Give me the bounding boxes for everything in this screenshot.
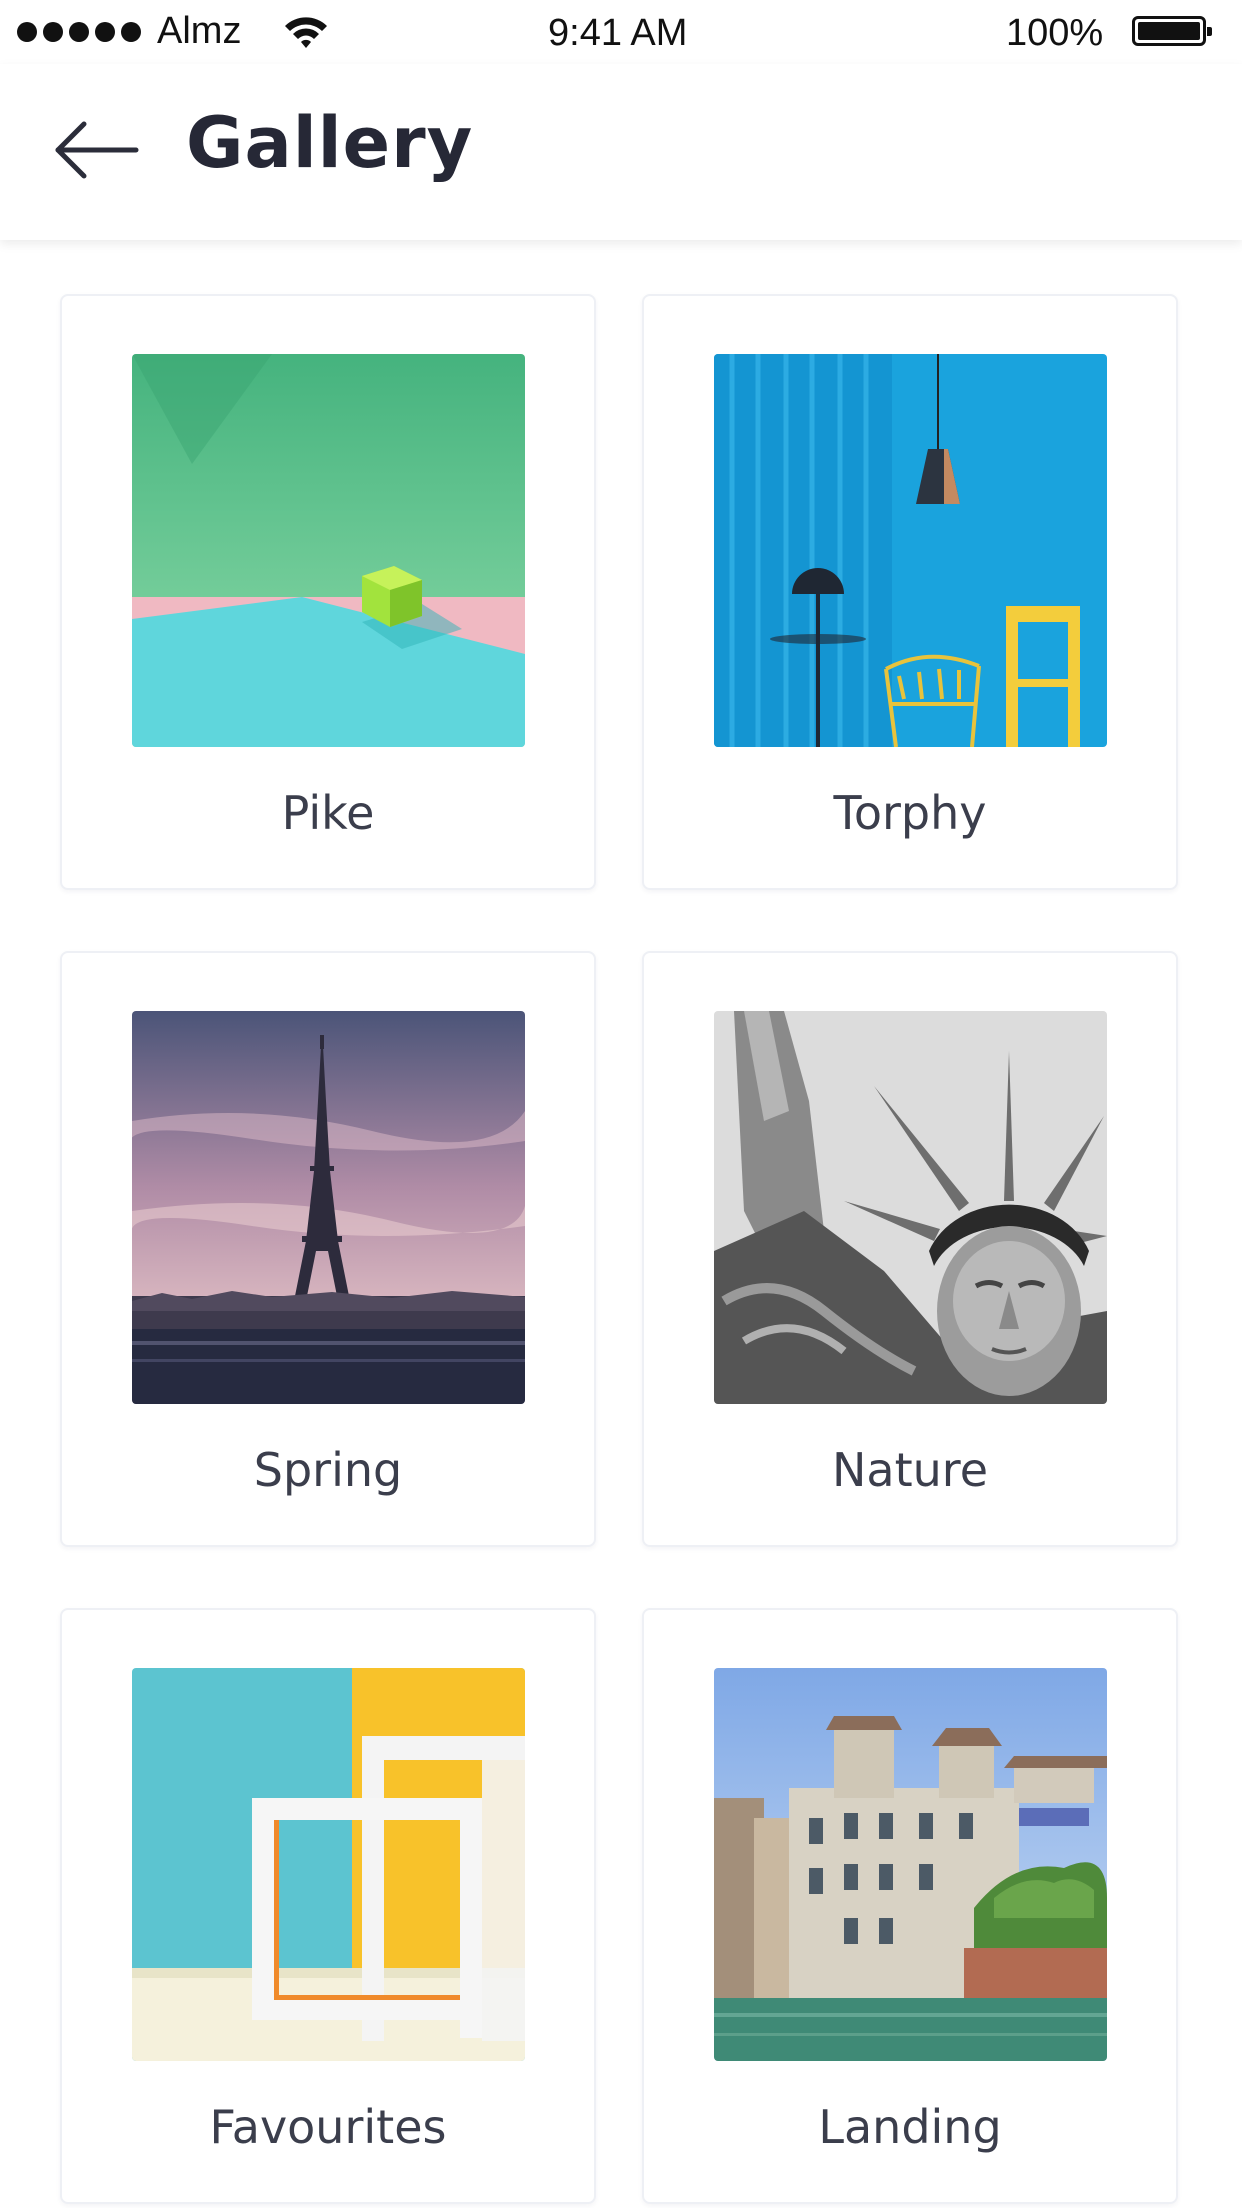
gallery-item-favourites[interactable]: Favourites [60,1608,596,2204]
gallery-thumbnail [714,354,1107,747]
page-title: Gallery [186,102,474,184]
signal-strength-icon [17,22,141,42]
gallery-item-spring[interactable]: Spring [60,951,596,1547]
arrow-left-icon [55,121,139,179]
gallery-thumbnail [714,1668,1107,2061]
gallery-item-label: Pike [281,786,375,840]
status-bar: Almz 9:41 AM 100% [0,0,1242,64]
gallery-item-torphy[interactable]: Torphy [642,294,1178,890]
gallery-item-label: Favourites [209,2100,447,2154]
status-time: 9:41 AM [548,12,688,54]
app-header: Gallery [0,64,1242,240]
gallery-item-label: Spring [253,1443,403,1497]
gallery-item-label: Nature [832,1443,988,1497]
gallery-item-landing[interactable]: Landing [642,1608,1178,2204]
carrier-name: Almz [157,10,242,52]
battery-icon [1132,16,1212,46]
gallery-item-label: Torphy [833,786,987,840]
back-button[interactable] [52,114,142,186]
battery-percentage: 100% [1006,12,1104,54]
gallery-item-nature[interactable]: Nature [642,951,1178,1547]
gallery-thumbnail [132,1668,525,2061]
gallery-item-pike[interactable]: Pike [60,294,596,890]
wifi-icon [285,17,327,48]
gallery-thumbnail [132,354,525,747]
gallery-thumbnail [714,1011,1107,1404]
gallery-item-label: Landing [818,2100,1002,2154]
gallery-thumbnail [132,1011,525,1404]
gallery-grid: Pike Torphy Spring Nature Favourites Lan… [0,240,1242,2208]
